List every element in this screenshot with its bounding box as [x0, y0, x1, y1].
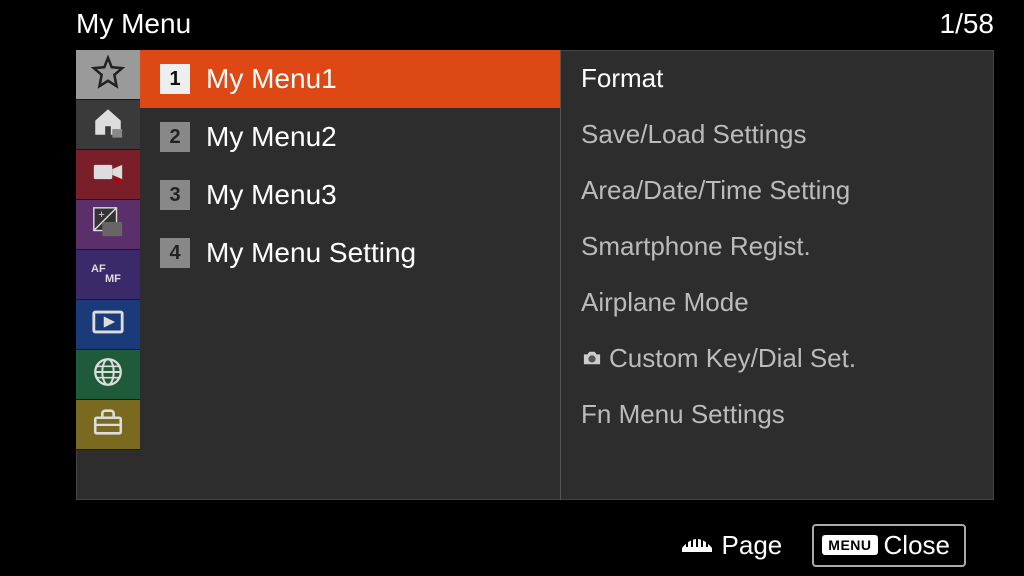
submenu-label: My Menu2 — [206, 121, 337, 153]
svg-text:+: + — [98, 209, 105, 221]
menu-item-label: Smartphone Regist. — [581, 231, 811, 262]
menu-item-label: Airplane Mode — [581, 287, 749, 318]
close-button[interactable]: MENU Close — [812, 524, 966, 567]
menu-title: My Menu — [76, 8, 191, 40]
category-sidebar: + AFMF — [76, 50, 140, 500]
camera-icon — [581, 349, 603, 367]
menu-item[interactable]: Smartphone Regist. — [561, 218, 994, 274]
menu-item-label: Save/Load Settings — [581, 119, 807, 150]
star-icon — [91, 55, 125, 94]
menu-item[interactable]: Airplane Mode — [561, 274, 994, 330]
submenu-number: 1 — [160, 64, 190, 94]
exposure-icon: + — [91, 205, 125, 244]
page-hint-label: Page — [722, 530, 783, 561]
camera-menu-screen: My Menu 1/58 +AFMF 1 My Menu1 2 My Menu2… — [0, 0, 1024, 576]
menu-items-list: Format Save/Load Settings Area/Date/Time S… — [560, 50, 994, 500]
menu-badge: MENU — [822, 535, 877, 555]
header-bar: My Menu 1/58 — [76, 4, 994, 44]
dial-icon — [680, 530, 714, 561]
tab-star[interactable] — [76, 50, 140, 100]
menu-item[interactable]: Fn Menu Settings — [561, 386, 994, 442]
page-hint: Page — [680, 530, 783, 561]
svg-text:MF: MF — [105, 273, 121, 285]
menu-item[interactable]: Save/Load Settings — [561, 106, 994, 162]
svg-text:AF: AF — [91, 263, 106, 275]
page-counter: 1/58 — [940, 8, 995, 40]
submenu-number: 2 — [160, 122, 190, 152]
afmf-icon: AFMF — [91, 255, 125, 294]
menu-item-label: Fn Menu Settings — [581, 399, 785, 430]
globe-icon — [91, 355, 125, 394]
submenu-list: 1 My Menu1 2 My Menu2 3 My Menu3 4 My Me… — [140, 50, 560, 500]
submenu-item[interactable]: 3 My Menu3 — [140, 166, 560, 224]
tab-home[interactable] — [76, 100, 140, 150]
submenu-label: My Menu Setting — [206, 237, 416, 269]
tab-playback[interactable] — [76, 300, 140, 350]
submenu-item[interactable]: 4 My Menu Setting — [140, 224, 560, 282]
playback-icon — [91, 305, 125, 344]
menu-item-label: Custom Key/Dial Set. — [609, 343, 856, 374]
menu-item[interactable]: Custom Key/Dial Set. — [561, 330, 994, 386]
menu-item-label: Area/Date/Time Setting — [581, 175, 850, 206]
tab-globe[interactable] — [76, 350, 140, 400]
menu-item-label: Format — [581, 63, 663, 94]
video-icon — [91, 155, 125, 194]
submenu-label: My Menu1 — [206, 63, 337, 95]
menu-item[interactable]: Area/Date/Time Setting — [561, 162, 994, 218]
tab-afmf[interactable]: AFMF — [76, 250, 140, 300]
tab-video[interactable] — [76, 150, 140, 200]
tab-toolbox[interactable] — [76, 400, 140, 450]
toolbox-icon — [91, 405, 125, 444]
submenu-label: My Menu3 — [206, 179, 337, 211]
submenu-item[interactable]: 2 My Menu2 — [140, 108, 560, 166]
footer-hints: Page MENU Close — [560, 520, 994, 570]
submenu-number: 3 — [160, 180, 190, 210]
close-label: Close — [884, 530, 950, 561]
submenu-item[interactable]: 1 My Menu1 — [140, 50, 560, 108]
submenu-number: 4 — [160, 238, 190, 268]
menu-item[interactable]: Format — [561, 50, 994, 106]
home-icon — [91, 105, 125, 144]
tab-exposure[interactable]: + — [76, 200, 140, 250]
